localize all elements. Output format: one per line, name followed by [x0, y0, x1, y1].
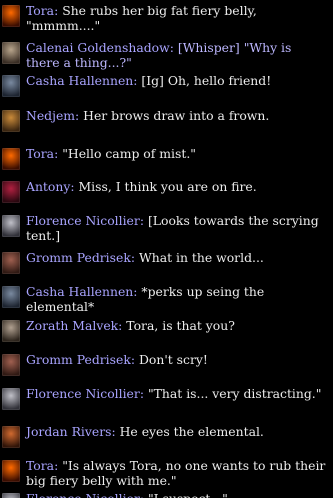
chat-message-text: Calenai Goldenshadow: [Whisper] "Why is …	[26, 40, 326, 70]
chat-speaker-name[interactable]: Gromm Pedrisek:	[26, 352, 135, 367]
chat-message-body: He eyes the elemental.	[119, 424, 264, 439]
chat-message-text: Gromm Pedrisek: What in the world...	[26, 250, 326, 265]
chat-log[interactable]: Tora: She rubs her big fat fiery belly, …	[0, 0, 333, 498]
chat-message-body: "I suspect..."	[148, 491, 228, 498]
chat-speaker-name[interactable]: Florence Nicollier:	[26, 213, 144, 228]
chat-message-text: Casha Hallennen: *perks up seing the ele…	[26, 284, 326, 314]
chat-speaker-name[interactable]: Casha Hallennen:	[26, 284, 137, 299]
chat-message: Florence Nicollier: [Looks towards the s…	[0, 213, 333, 243]
dwarf-portrait-avatar[interactable]	[2, 252, 20, 274]
chat-speaker-name[interactable]: Florence Nicollier:	[26, 386, 144, 401]
chat-message-text: Tora: "Is always Tora, no one wants to r…	[26, 458, 326, 488]
chat-message-body: [Ig] Oh, hello friend!	[141, 73, 272, 88]
chat-message-text: Florence Nicollier: [Looks towards the s…	[26, 213, 326, 243]
fire-elemental-avatar[interactable]	[2, 148, 20, 170]
chat-message: Casha Hallennen: *perks up seing the ele…	[0, 284, 333, 314]
cat-portrait-avatar[interactable]	[2, 110, 20, 132]
chat-message-body: "That is... very distracting."	[147, 386, 322, 401]
chat-speaker-name[interactable]: Tora:	[26, 146, 58, 161]
knight-portrait-avatar[interactable]	[2, 493, 20, 498]
chat-message-body: Don't scry!	[138, 352, 208, 367]
chat-message: Casha Hallennen: [Ig] Oh, hello friend!	[0, 73, 333, 97]
chat-message-body: Tora, is that you?	[126, 318, 235, 333]
chat-message-body: She rubs her big fat fiery belly, "mmmm.…	[26, 3, 257, 33]
chat-speaker-name[interactable]: Antony:	[26, 179, 75, 194]
chat-speaker-name[interactable]: Florence Nicollier:	[26, 491, 144, 498]
chat-speaker-name[interactable]: Tora:	[26, 458, 58, 473]
wolf-portrait-avatar[interactable]	[2, 286, 20, 308]
chat-message: Nedjem: Her brows draw into a frown.	[0, 108, 333, 132]
chat-speaker-name[interactable]: Calenai Goldenshadow:	[26, 40, 174, 55]
chat-speaker-name[interactable]: Tora:	[26, 3, 58, 18]
chat-message-text: Jordan Rivers: He eyes the elemental.	[26, 424, 326, 439]
rogue-portrait-avatar[interactable]	[2, 426, 20, 448]
chat-message-body: Miss, I think you are on fire.	[78, 179, 257, 194]
chat-message: Gromm Pedrisek: Don't scry!	[0, 352, 333, 376]
woman-portrait-avatar[interactable]	[2, 42, 20, 64]
knight-portrait-avatar[interactable]	[2, 215, 20, 237]
chat-message-body: "Is always Tora, no one wants to rub the…	[26, 458, 326, 488]
chat-message: Tora: "Hello camp of mist."	[0, 146, 333, 170]
demon-portrait-avatar[interactable]	[2, 181, 20, 203]
chat-message: Florence Nicollier: "That is... very dis…	[0, 386, 333, 410]
chat-speaker-name[interactable]: Gromm Pedrisek:	[26, 250, 135, 265]
chat-message: Tora: She rubs her big fat fiery belly, …	[0, 3, 333, 33]
chat-message: Gromm Pedrisek: What in the world...	[0, 250, 333, 274]
chat-message-text: Zorath Malvek: Tora, is that you?	[26, 318, 326, 333]
chat-message-text: Tora: "Hello camp of mist."	[26, 146, 326, 161]
chat-message-text: Florence Nicollier: "I suspect..."	[26, 491, 326, 498]
chat-message: Jordan Rivers: He eyes the elemental.	[0, 424, 333, 448]
chat-message: Tora: "Is always Tora, no one wants to r…	[0, 458, 333, 488]
chat-message: Antony: Miss, I think you are on fire.	[0, 179, 333, 203]
fire-elemental-avatar[interactable]	[2, 460, 20, 482]
chat-message-text: Tora: She rubs her big fat fiery belly, …	[26, 3, 326, 33]
dwarf-portrait-avatar[interactable]	[2, 354, 20, 376]
knight-portrait-avatar[interactable]	[2, 388, 20, 410]
chat-message-text: Florence Nicollier: "That is... very dis…	[26, 386, 326, 401]
chat-message-text: Gromm Pedrisek: Don't scry!	[26, 352, 326, 367]
fire-elemental-avatar[interactable]	[2, 5, 20, 27]
chat-speaker-name[interactable]: Nedjem:	[26, 108, 79, 123]
chat-message-body: Her brows draw into a frown.	[83, 108, 270, 123]
chat-speaker-name[interactable]: Casha Hallennen:	[26, 73, 137, 88]
chat-speaker-name[interactable]: Jordan Rivers:	[26, 424, 116, 439]
chat-message: Zorath Malvek: Tora, is that you?	[0, 318, 333, 342]
chat-message-body: What in the world...	[138, 250, 264, 265]
wolf-portrait-avatar[interactable]	[2, 75, 20, 97]
chat-message-text: Nedjem: Her brows draw into a frown.	[26, 108, 326, 123]
warrior-portrait-avatar[interactable]	[2, 320, 20, 342]
chat-message-body: "Hello camp of mist."	[62, 146, 196, 161]
chat-message: Florence Nicollier: "I suspect..."	[0, 491, 333, 498]
chat-message: Calenai Goldenshadow: [Whisper] "Why is …	[0, 40, 333, 70]
chat-message-text: Casha Hallennen: [Ig] Oh, hello friend!	[26, 73, 326, 88]
chat-speaker-name[interactable]: Zorath Malvek:	[26, 318, 122, 333]
chat-message-text: Antony: Miss, I think you are on fire.	[26, 179, 326, 194]
